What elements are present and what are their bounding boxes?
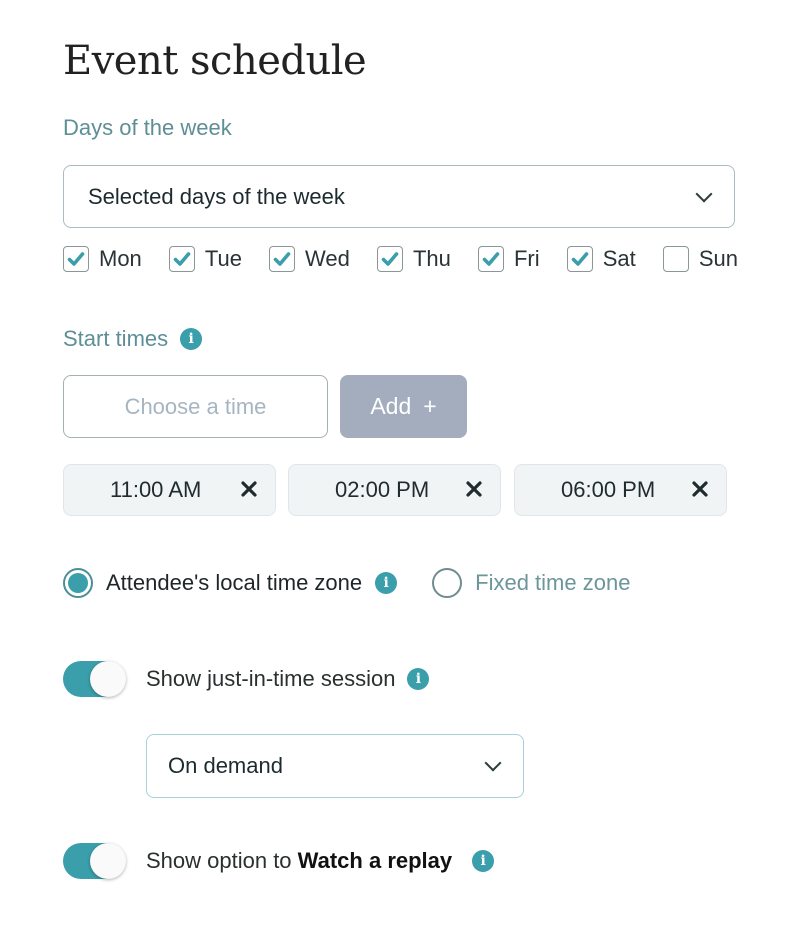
- replay-label-bold: Watch a replay: [297, 848, 453, 873]
- info-icon[interactable]: i: [180, 328, 203, 350]
- radio-dot: [68, 573, 88, 593]
- checkbox[interactable]: [376, 246, 403, 272]
- day-checkbox-sat[interactable]: Sat: [566, 246, 636, 272]
- day-checkbox-thu[interactable]: Thu: [376, 246, 451, 272]
- checkmark-icon: [67, 252, 85, 266]
- jit-session-toggle[interactable]: [63, 661, 126, 697]
- chevron-down-icon: [484, 754, 502, 772]
- time-chip: 06:00 PM: [514, 464, 727, 516]
- local-timezone-label: Attendee's local time zone: [106, 570, 363, 595]
- day-checkbox-sun[interactable]: Sun: [662, 246, 738, 272]
- time-chip-label: 11:00 AM: [110, 477, 202, 502]
- days-select[interactable]: Selected days of the week: [63, 165, 735, 228]
- info-icon[interactable]: i: [472, 850, 495, 872]
- toggle-knob: [90, 661, 126, 697]
- replay-row: Show option to Watch a replay i: [63, 843, 495, 879]
- time-chip: 02:00 PM: [288, 464, 501, 516]
- start-times-header: Start times i: [63, 326, 203, 352]
- close-icon[interactable]: [464, 478, 484, 500]
- add-button-label: Add: [370, 393, 412, 419]
- replay-toggle[interactable]: [63, 843, 126, 879]
- checkmark-icon: [381, 252, 399, 266]
- day-checkbox-fri[interactable]: Fri: [477, 246, 540, 272]
- timezone-radio-group: Attendee's local time zone i Fixed time …: [63, 568, 630, 598]
- days-checkbox-group: Mon Tue Wed Thu Fri Sat Sun: [63, 246, 738, 272]
- radio-local-timezone[interactable]: [63, 568, 93, 598]
- checkbox[interactable]: [63, 246, 89, 272]
- radio-fixed-timezone[interactable]: [432, 568, 463, 598]
- jit-session-label: Show just-in-time session: [146, 666, 396, 691]
- plus-icon: +: [423, 393, 437, 419]
- day-checkbox-wed[interactable]: Wed: [269, 246, 350, 272]
- time-input[interactable]: Choose a time: [63, 375, 328, 438]
- time-chip-label: 06:00 PM: [561, 477, 656, 502]
- checkbox[interactable]: [269, 246, 296, 272]
- days-of-week-label: Days of the week: [63, 115, 232, 140]
- close-icon[interactable]: [690, 478, 710, 500]
- checkbox[interactable]: [168, 246, 195, 272]
- checkmark-icon: [173, 252, 191, 266]
- replay-label: Show option to Watch a replay: [146, 848, 453, 873]
- start-times-label: Start times: [63, 326, 169, 351]
- info-icon[interactable]: i: [375, 572, 398, 594]
- checkmark-icon: [273, 252, 291, 266]
- fixed-timezone-label: Fixed time zone: [475, 570, 631, 595]
- close-icon[interactable]: [239, 478, 259, 500]
- checkbox[interactable]: [662, 246, 689, 272]
- checkmark-icon: [482, 252, 500, 266]
- toggle-knob: [90, 843, 126, 879]
- days-select-value: Selected days of the week: [88, 183, 345, 209]
- day-checkbox-tue[interactable]: Tue: [168, 246, 242, 272]
- time-chip-label: 02:00 PM: [335, 477, 430, 502]
- page-title: Event schedule: [63, 38, 367, 84]
- time-chip: 11:00 AM: [63, 464, 276, 516]
- info-icon[interactable]: i: [407, 668, 430, 690]
- jit-session-select-value: On demand: [168, 753, 283, 778]
- checkbox[interactable]: [477, 246, 504, 272]
- add-time-button[interactable]: Add +: [340, 375, 467, 438]
- day-checkbox-mon[interactable]: Mon: [63, 246, 142, 272]
- jit-session-select[interactable]: On demand: [146, 734, 524, 798]
- jit-session-row: Show just-in-time session i: [63, 661, 430, 697]
- checkbox[interactable]: [566, 246, 593, 272]
- chevron-down-icon: [695, 185, 713, 202]
- checkmark-icon: [571, 252, 589, 266]
